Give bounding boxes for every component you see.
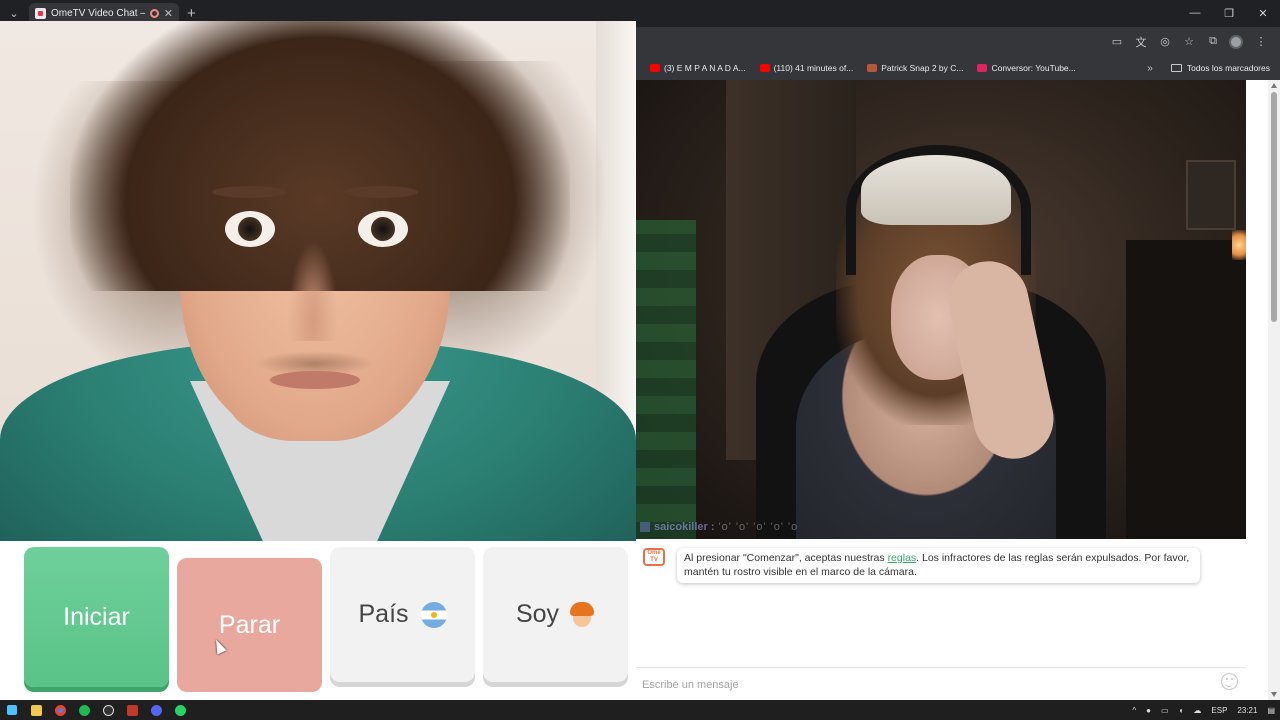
tray-chevron-icon[interactable]: ^ <box>1132 706 1136 715</box>
right-eyebrow <box>343 186 418 198</box>
bookmarks-bar: (3) E M P A N A D A... (110) 41 minutes … <box>636 56 1280 80</box>
bookmark-item[interactable]: (110) 41 minutes of... <box>759 63 854 73</box>
lamp <box>1232 230 1246 260</box>
chat-input-bar <box>636 667 1246 700</box>
volume-icon[interactable]: ◖ <box>1179 706 1184 715</box>
notifications-icon[interactable]: ▤ <box>1267 706 1275 715</box>
message-input[interactable] <box>642 675 1202 695</box>
cap <box>861 155 1011 225</box>
country-label: País <box>358 600 409 628</box>
rules-notice: Al presionar "Comenzar", aceptas nuestra… <box>677 548 1200 583</box>
eye-off-icon[interactable]: ◎ <box>1154 33 1176 51</box>
ometv-favicon-icon <box>35 8 46 19</box>
system-tray: ^ ● ▭ ◖ ☁ ESP 23:21 ▤ <box>1127 706 1280 715</box>
bookmark-label: (3) E M P A N A D A... <box>664 63 746 73</box>
country-selector-button[interactable]: País <box>330 547 475 682</box>
control-panel: Iniciar Parar País Soy <box>0 541 636 700</box>
nose <box>288 241 338 341</box>
youtube-icon <box>650 64 660 72</box>
wall-frame <box>1186 160 1236 230</box>
browser-toolbar: ▭ 文 ◎ ☆ ⧉ ⋮ <box>636 27 1280 56</box>
microphone-icon[interactable]: ● <box>1146 706 1151 715</box>
page-gutter <box>1246 80 1268 700</box>
gender-selector-button[interactable]: Soy <box>483 547 628 682</box>
bookmark-label: (110) 41 minutes of... <box>773 63 854 73</box>
boy-avatar-icon <box>569 601 595 628</box>
close-tab-icon[interactable]: ✕ <box>164 7 173 20</box>
ometv-logo: Ome TV <box>643 548 665 566</box>
close-window-icon[interactable]: ✕ <box>1246 7 1280 20</box>
bookmark-label: Conversor: YouTube... <box>991 63 1076 73</box>
user-badge-icon <box>640 522 650 532</box>
tab-title: OmeTV Video Chat — Ome <box>51 8 145 19</box>
stop-button[interactable]: Parar <box>177 558 322 692</box>
chat-panel: Ome TV Al presionar "Comenzar", aceptas … <box>636 539 1246 700</box>
discord-icon[interactable] <box>144 700 168 720</box>
scroll-down-icon[interactable] <box>1271 692 1277 697</box>
remote-username: saicokiller : <box>654 521 715 533</box>
image-icon <box>867 64 878 72</box>
extensions-icon[interactable]: ⧉ <box>1202 33 1224 51</box>
recording-indicator-icon <box>149 9 159 18</box>
star-icon[interactable]: ☆ <box>1178 33 1200 51</box>
new-tab-button[interactable]: + <box>187 5 196 22</box>
news-icon[interactable] <box>120 700 144 720</box>
all-bookmarks-button[interactable]: Todos los marcadores <box>1170 63 1270 73</box>
left-eyebrow <box>212 186 287 198</box>
bookmark-label: Patrick Snap 2 by C... <box>881 63 964 73</box>
all-bookmarks-label: Todos los marcadores <box>1186 63 1270 73</box>
profile-avatar[interactable] <box>1229 34 1243 49</box>
window-controls: — ❐ ✕ <box>1178 7 1280 20</box>
converter-icon <box>977 64 988 72</box>
bookmarks-overflow-button[interactable]: » <box>1147 63 1153 74</box>
chrome-icon[interactable] <box>48 700 72 720</box>
rules-link[interactable]: reglas <box>888 552 917 564</box>
bookmark-item[interactable]: (3) E M P A N A D A... <box>650 63 746 73</box>
stop-label: Parar <box>218 610 281 639</box>
bookmark-item[interactable]: Conversor: YouTube... <box>977 63 1076 73</box>
remote-camera-video: saicokiller : 'o' 'o' 'o' 'o' 'o <box>636 80 1246 539</box>
minimize-icon[interactable]: — <box>1178 7 1212 20</box>
spotify-icon[interactable] <box>72 700 96 720</box>
whatsapp-icon[interactable] <box>168 700 192 720</box>
background-blocks <box>636 220 696 539</box>
scroll-up-icon[interactable] <box>1271 83 1277 88</box>
file-explorer-icon[interactable] <box>24 700 48 720</box>
cast-icon[interactable]: ▭ <box>1106 33 1128 51</box>
remote-username-overlay: saicokiller : 'o' 'o' 'o' 'o' 'o <box>640 521 798 533</box>
menu-dots-icon[interactable]: ⋮ <box>1250 33 1272 51</box>
avatar-hair <box>570 601 595 616</box>
background-shelf <box>1126 240 1246 539</box>
restore-icon[interactable]: ❐ <box>1212 7 1246 20</box>
remote-username-suffix: 'o' 'o' 'o' 'o' 'o <box>718 521 799 533</box>
page-scrollbar[interactable] <box>1268 80 1280 700</box>
scroll-thumb[interactable] <box>1271 92 1277 322</box>
translate-icon[interactable]: 文 <box>1130 33 1152 51</box>
gender-label: Soy <box>515 600 560 628</box>
folder-icon <box>1170 64 1182 72</box>
mouth <box>270 371 360 389</box>
emoji-icon[interactable] <box>1221 673 1238 690</box>
argentina-flag-icon <box>420 601 447 628</box>
bookmark-item[interactable]: Patrick Snap 2 by C... <box>867 63 963 73</box>
youtube-icon <box>759 64 770 72</box>
right-eye <box>358 211 408 247</box>
onedrive-icon[interactable]: ☁ <box>1193 706 1201 715</box>
clock[interactable]: 23:21 <box>1237 706 1257 715</box>
network-icon[interactable]: ▭ <box>1161 706 1169 715</box>
windows-start-icon[interactable] <box>0 700 24 720</box>
start-label: Iniciar <box>63 602 130 631</box>
notice-text-start: Al presionar "Comenzar", aceptas nuestra… <box>684 552 888 564</box>
start-button[interactable]: Iniciar <box>24 547 169 687</box>
left-eye <box>225 211 275 247</box>
local-camera-video <box>0 21 636 541</box>
windows-taskbar: ^ ● ▭ ◖ ☁ ESP 23:21 ▤ <box>0 700 1280 720</box>
language-indicator[interactable]: ESP <box>1211 706 1227 715</box>
obs-icon[interactable] <box>96 700 120 720</box>
